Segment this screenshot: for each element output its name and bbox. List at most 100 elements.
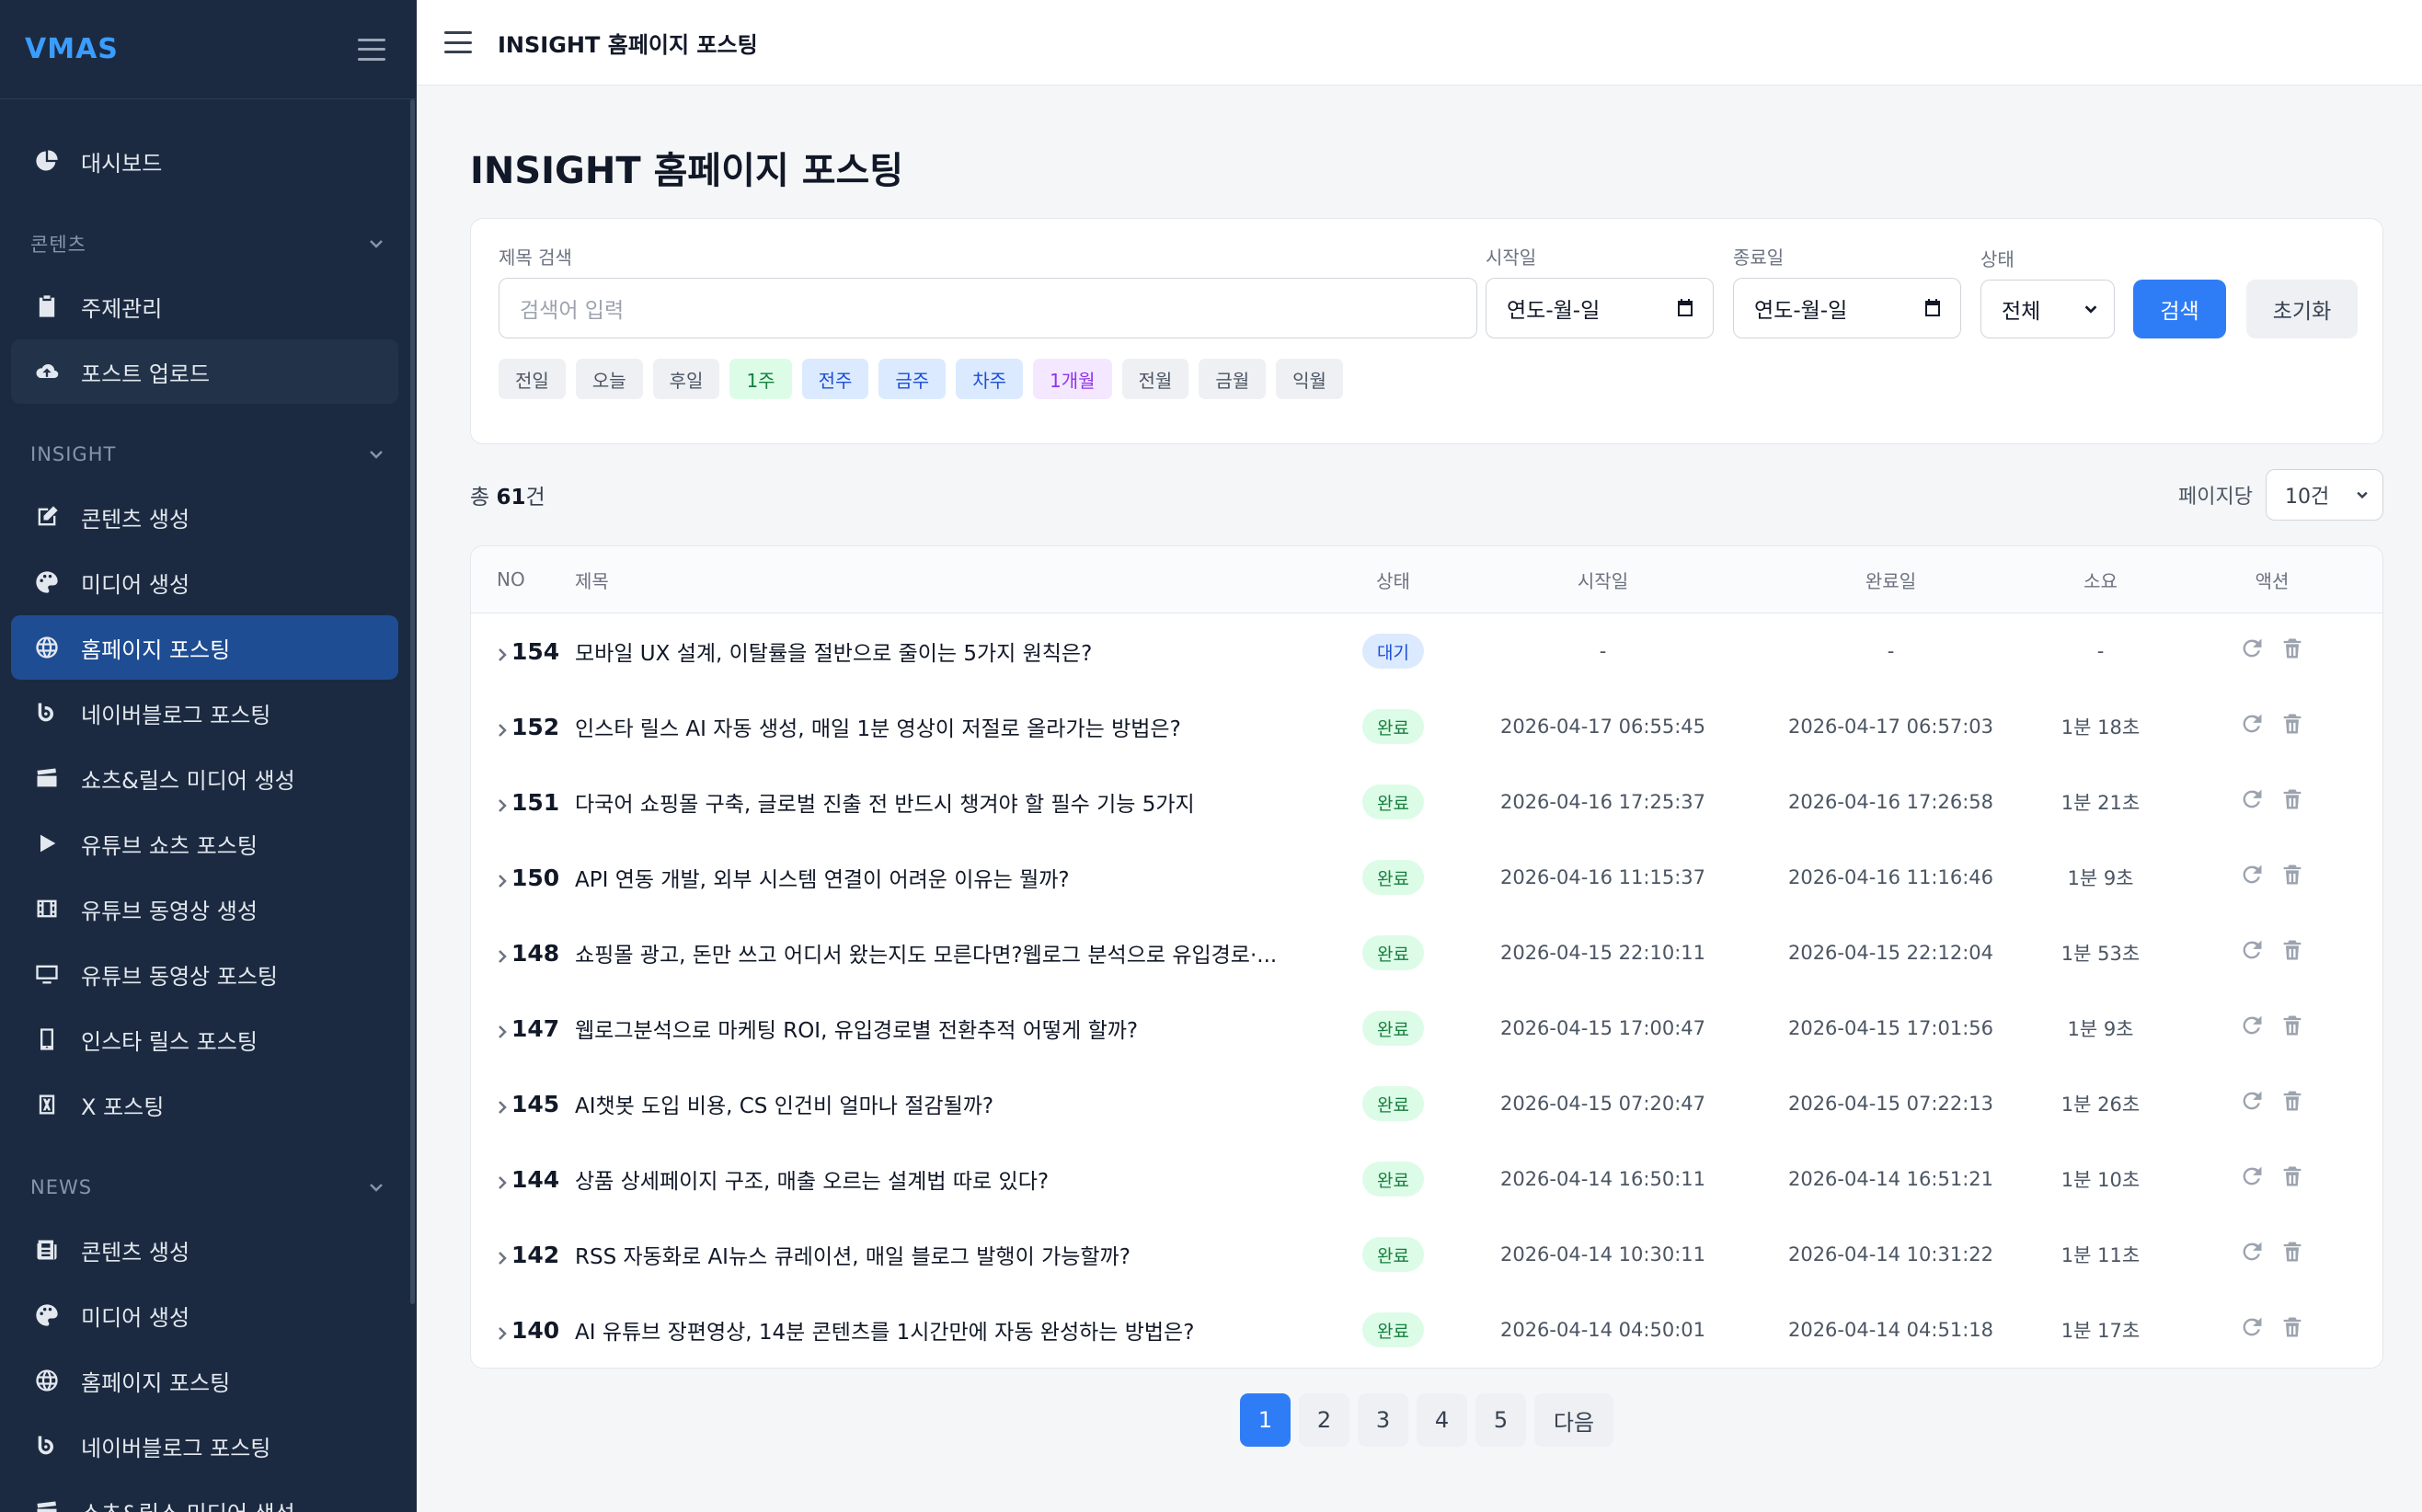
trash-icon[interactable] [2279, 711, 2305, 742]
chevron-right-icon[interactable] [497, 945, 508, 963]
chip-one-month[interactable]: 1개월 [1033, 359, 1112, 399]
start-date-input[interactable]: 연도-월-일 [1486, 278, 1714, 338]
calendar-icon[interactable] [1674, 297, 1696, 319]
col-duration[interactable]: 소요 [2035, 567, 2166, 593]
sidebar-item-insight-x-posting[interactable]: X 포스팅 [11, 1072, 398, 1137]
refresh-icon[interactable] [2239, 711, 2265, 742]
chevron-right-icon[interactable] [497, 719, 508, 737]
refresh-icon[interactable] [2239, 937, 2265, 968]
refresh-icon[interactable] [2239, 862, 2265, 893]
sidebar-scrollbar[interactable] [410, 99, 415, 1304]
sidebar-item-insight-media-create[interactable]: 미디어 생성 [11, 550, 398, 614]
sidebar-item-news-naver-blog[interactable]: 네이버블로그 포스팅 [11, 1414, 398, 1478]
col-start[interactable]: 시작일 [1459, 567, 1747, 593]
sidebar-item-news-shorts-media[interactable]: 쇼츠&릴스 미디어 생성 [11, 1479, 398, 1512]
row-title[interactable]: AI챗봇 도입 비용, CS 인건비 얼마나 절감될까? [575, 1088, 1327, 1119]
per-page-select[interactable]: 10건 [2266, 469, 2383, 521]
trash-icon[interactable] [2279, 786, 2305, 818]
sidebar-item-insight-youtube-video-posting[interactable]: 유튜브 동영상 포스팅 [11, 942, 398, 1006]
chip-prev-week[interactable]: 전주 [801, 359, 869, 399]
trash-icon[interactable] [2279, 937, 2305, 968]
status-select[interactable]: 전체 [1980, 280, 2115, 338]
row-title[interactable]: 다국어 쇼핑몰 구축, 글로벌 진출 전 반드시 챙겨야 할 필수 기능 5가지 [575, 786, 1327, 818]
chip-prev-day[interactable]: 전일 [499, 359, 566, 399]
trash-icon[interactable] [2279, 1239, 2305, 1270]
sidebar-item-insight-naver-blog[interactable]: 네이버블로그 포스팅 [11, 681, 398, 745]
refresh-icon[interactable] [2239, 1013, 2265, 1044]
row-title[interactable]: 모바일 UX 설계, 이탈률을 절반으로 줄이는 5가지 원칙은? [575, 636, 1327, 667]
page-3-button[interactable]: 3 [1358, 1393, 1408, 1447]
page-1-button[interactable]: 1 [1240, 1393, 1291, 1447]
table-row[interactable]: 144 상품 상세페이지 구조, 매출 오르는 설계법 따로 있다? 완료 2026-… [471, 1141, 2382, 1217]
trash-icon[interactable] [2279, 1088, 2305, 1119]
table-row[interactable]: 148 쇼핑몰 광고, 돈만 쓰고 어디서 왔는지도 모른다면?웹로그 분석으로 … [471, 915, 2382, 991]
refresh-icon[interactable] [2239, 1163, 2265, 1195]
sidebar-item-news-media-create[interactable]: 미디어 생성 [11, 1283, 398, 1347]
chevron-right-icon[interactable] [497, 644, 508, 661]
chevron-right-icon[interactable] [497, 1021, 508, 1038]
sidebar-item-news-content-create[interactable]: 콘텐츠 생성 [11, 1218, 398, 1282]
trash-icon[interactable] [2279, 636, 2305, 667]
sidebar-item-dashboard[interactable]: 대시보드 [11, 129, 398, 193]
chip-next-day[interactable]: 후일 [652, 359, 720, 399]
sidebar-section-insight[interactable]: INSIGHT [30, 424, 385, 485]
sidebar-section-content[interactable]: 콘텐츠 [30, 213, 385, 274]
table-row[interactable]: 152 인스타 릴스 AI 자동 생성, 매일 1분 영상이 저절로 올라가는 방… [471, 689, 2382, 764]
row-title[interactable]: RSS 자동화로 AI뉴스 큐레이션, 매일 블로그 발행이 가능할까? [575, 1239, 1327, 1270]
row-title[interactable]: AI 유튜브 장편영상, 14분 콘텐츠를 1시간만에 자동 완성하는 방법은? [575, 1314, 1327, 1346]
chip-this-week[interactable]: 금주 [878, 359, 947, 399]
chevron-right-icon[interactable] [497, 1096, 508, 1114]
col-status[interactable]: 상태 [1327, 567, 1459, 593]
sidebar-section-news[interactable]: NEWS [30, 1157, 385, 1218]
chevron-right-icon[interactable] [497, 1172, 508, 1189]
col-no[interactable]: NO [471, 568, 575, 590]
refresh-icon[interactable] [2239, 1088, 2265, 1119]
refresh-icon[interactable] [2239, 1314, 2265, 1346]
sidebar-item-insight-homepage-posting[interactable]: 홈페이지 포스팅 [11, 615, 398, 680]
sidebar-item-insight-content-create[interactable]: 콘텐츠 생성 [11, 485, 398, 549]
chip-today[interactable]: 오늘 [575, 359, 643, 399]
next-page-button[interactable]: 다음 [1534, 1393, 1613, 1447]
sidebar-item-insight-insta-reels[interactable]: 인스타 릴스 포스팅 [11, 1007, 398, 1071]
sidebar-item-news-homepage-posting[interactable]: 홈페이지 포스팅 [11, 1348, 398, 1413]
calendar-icon[interactable] [1922, 297, 1944, 319]
trash-icon[interactable] [2279, 862, 2305, 893]
reset-button[interactable]: 초기화 [2246, 280, 2358, 338]
end-date-input[interactable]: 연도-월-일 [1733, 278, 1961, 338]
sidebar-item-insight-shorts-media[interactable]: 쇼츠&릴스 미디어 생성 [11, 746, 398, 810]
table-row[interactable]: 154 모바일 UX 설계, 이탈률을 절반으로 줄이는 5가지 원칙은? 대기 - -… [471, 613, 2382, 689]
trash-icon[interactable] [2279, 1163, 2305, 1195]
table-row[interactable]: 147 웹로그분석으로 마케팅 ROI, 유입경로별 전환추적 어떻게 할까? 완료… [471, 991, 2382, 1066]
chevron-right-icon[interactable] [497, 870, 508, 888]
table-row[interactable]: 150 API 연동 개발, 외부 시스템 연결이 어려운 이유는 뭘까? 완료 20… [471, 840, 2382, 915]
refresh-icon[interactable] [2239, 1239, 2265, 1270]
title-search-input[interactable]: 검색어 입력 [499, 278, 1477, 338]
chevron-right-icon[interactable] [497, 1247, 508, 1265]
row-title[interactable]: 웹로그분석으로 마케팅 ROI, 유입경로별 전환추적 어떻게 할까? [575, 1013, 1327, 1044]
chip-one-week[interactable]: 1주 [729, 359, 792, 399]
col-title[interactable]: 제목 [575, 567, 1327, 593]
table-row[interactable]: 151 다국어 쇼핑몰 구축, 글로벌 진출 전 반드시 챙겨야 할 필수 기능 … [471, 764, 2382, 840]
search-button[interactable]: 검색 [2133, 280, 2226, 338]
chip-next-week[interactable]: 차주 [956, 359, 1023, 399]
sidebar-menu-toggle-icon[interactable] [358, 38, 385, 61]
sidebar-item-post-upload[interactable]: 포스트 업로드 [11, 339, 398, 404]
chip-prev-month[interactable]: 전월 [1121, 359, 1189, 399]
sidebar-item-insight-youtube-shorts[interactable]: 유튜브 쇼츠 포스팅 [11, 811, 398, 876]
refresh-icon[interactable] [2239, 786, 2265, 818]
col-end[interactable]: 완료일 [1747, 567, 2035, 593]
trash-icon[interactable] [2279, 1314, 2305, 1346]
page-4-button[interactable]: 4 [1417, 1393, 1467, 1447]
page-5-button[interactable]: 5 [1475, 1393, 1526, 1447]
row-title[interactable]: 쇼핑몰 광고, 돈만 쓰고 어디서 왔는지도 모른다면?웹로그 분석으로 유입경… [575, 937, 1327, 968]
row-title[interactable]: 상품 상세페이지 구조, 매출 오르는 설계법 따로 있다? [575, 1163, 1327, 1195]
refresh-icon[interactable] [2239, 636, 2265, 667]
table-row[interactable]: 142 RSS 자동화로 AI뉴스 큐레이션, 매일 블로그 발행이 가능할까? 완… [471, 1217, 2382, 1292]
row-title[interactable]: 인스타 릴스 AI 자동 생성, 매일 1분 영상이 저절로 올라가는 방법은? [575, 711, 1327, 742]
chevron-right-icon[interactable] [497, 1323, 508, 1340]
table-row[interactable]: 145 AI챗봇 도입 비용, CS 인건비 얼마나 절감될까? 완료 2026-04… [471, 1066, 2382, 1141]
sidebar-item-topic-manage[interactable]: 주제관리 [11, 274, 398, 338]
app-logo[interactable]: VMAS [25, 33, 119, 65]
chip-this-month[interactable]: 금월 [1199, 359, 1267, 399]
table-row[interactable]: 140 AI 유튜브 장편영상, 14분 콘텐츠를 1시간만에 자동 완성하는 방… [471, 1292, 2382, 1368]
